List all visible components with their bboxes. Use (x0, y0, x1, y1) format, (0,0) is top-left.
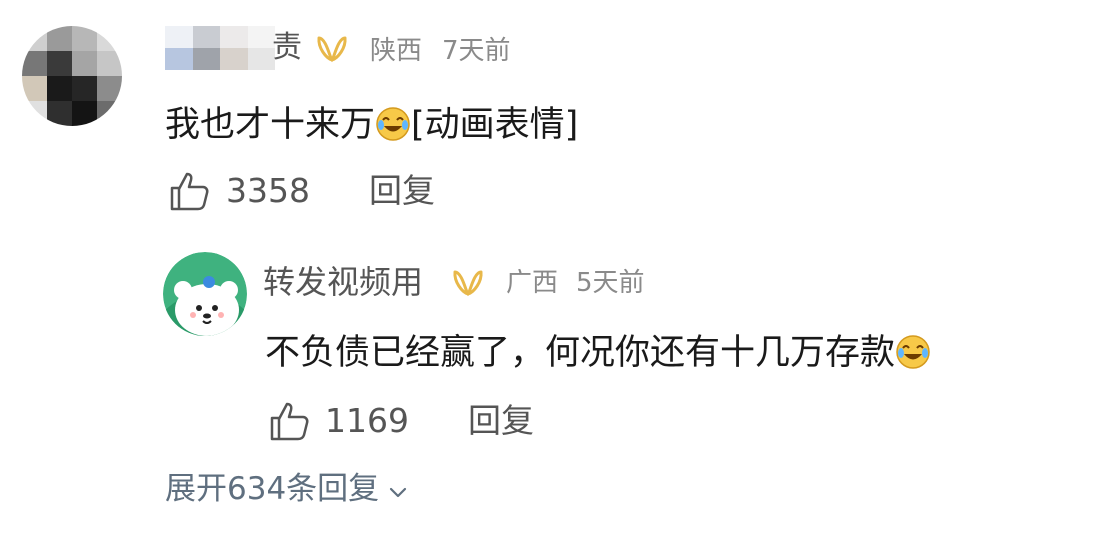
like-count: 3358 (226, 171, 310, 210)
vip-badge-icon (316, 34, 348, 68)
comment-time: 7天前 (442, 36, 511, 66)
avatar-pixelated[interactable] (22, 26, 122, 126)
laugh-cry-emoji-icon (895, 334, 931, 370)
chevron-down-icon (388, 485, 408, 504)
laugh-cry-emoji-icon (375, 106, 411, 142)
reply-reply-button[interactable]: 回复 (468, 404, 534, 437)
reply-username[interactable]: 转发视频用 (263, 266, 423, 298)
expand-replies-link[interactable]: 展开634条回复 (165, 474, 408, 505)
reply-button[interactable]: 回复 (369, 174, 435, 207)
avatar-green-bear[interactable] (163, 252, 247, 336)
comment-location: 陕西 (370, 36, 423, 66)
like-icon[interactable] (268, 400, 310, 446)
emoji-tag: [动画表情] (411, 105, 579, 145)
username-mosaic[interactable] (165, 26, 275, 70)
comment-text-line: 我也才十来万 [动画表情] (165, 106, 578, 143)
vip-badge-icon (452, 268, 484, 302)
expand-replies-label: 展开634条回复 (165, 471, 380, 507)
reply-time: 5天前 (576, 268, 645, 298)
comment-text: 我也才十来万 (165, 105, 376, 145)
username-suffix[interactable]: 责 (272, 33, 302, 63)
reply-like-count: 1169 (325, 401, 409, 440)
reply-text: 不负债已经赢了，何况你还有十几万存款 (265, 333, 896, 373)
reply-text-line: 不负债已经赢了，何况你还有十几万存款 (265, 334, 931, 371)
reply-location: 广西 (506, 268, 559, 298)
like-icon[interactable] (168, 170, 210, 216)
